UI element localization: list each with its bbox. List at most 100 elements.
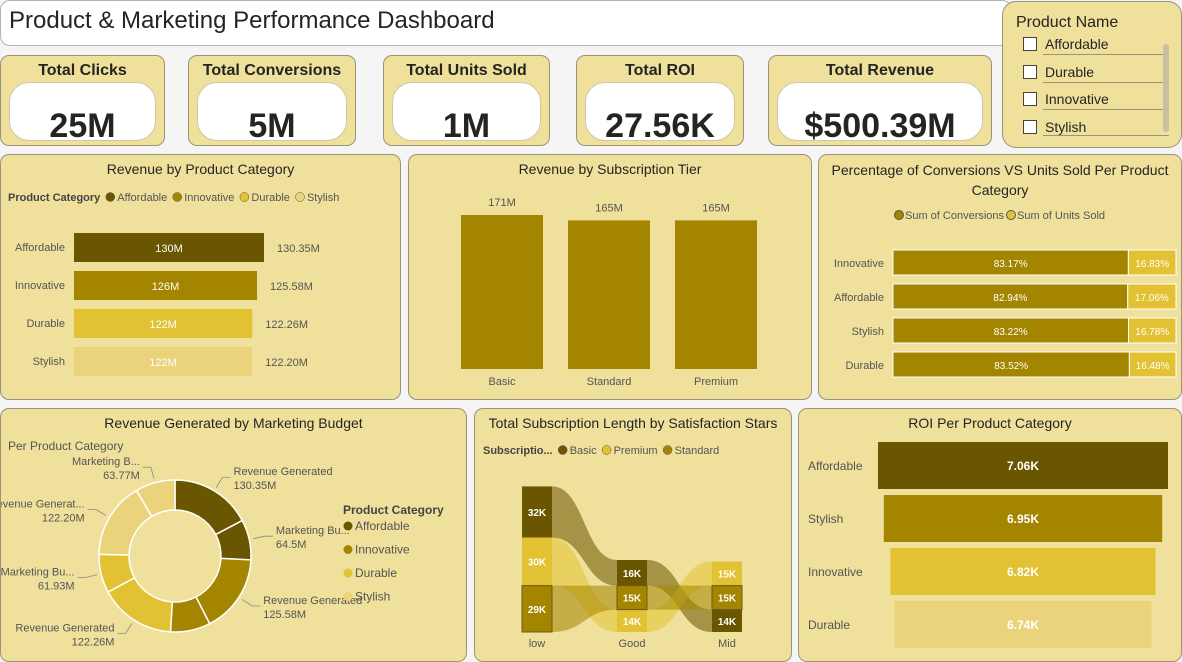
slicer-title: Product Name bbox=[1016, 14, 1119, 31]
legend-item: Affordable bbox=[117, 192, 167, 204]
segment-label: 15K bbox=[718, 594, 737, 605]
legend-item: Sum of Conversions bbox=[905, 210, 1005, 222]
segment-label: 82.94% bbox=[993, 293, 1027, 304]
slicer-item-label: Affordable bbox=[1045, 36, 1109, 52]
category-label: Affordable bbox=[834, 292, 884, 304]
slice-label: Marketing Bu... bbox=[276, 525, 350, 537]
slice-value: 64.5M bbox=[276, 539, 307, 551]
legend-title: Subscriptio... bbox=[483, 445, 553, 457]
kpi-card-clicks[interactable]: Total Clicks 25M bbox=[0, 55, 165, 146]
slice-label: Revenue Generated bbox=[15, 623, 114, 635]
bar-label: 6.74K bbox=[1007, 618, 1039, 632]
kpi-value: 1M bbox=[442, 107, 491, 141]
legend-title: Product Category bbox=[8, 192, 101, 204]
category-label: Standard bbox=[587, 376, 632, 388]
slicer-item-innovative[interactable]: Innovative bbox=[1023, 91, 1109, 107]
panel-revenue-by-tier: Revenue by Subscription Tier 171M Basic 16… bbox=[408, 154, 812, 400]
kpi-card-units-sold[interactable]: Total Units Sold 1M bbox=[383, 55, 550, 146]
slicer-item-stylish[interactable]: Stylish bbox=[1023, 119, 1086, 135]
legend-item: Innovative bbox=[355, 543, 410, 557]
legend-item: Stylish bbox=[307, 192, 339, 204]
bar-label: 165M bbox=[595, 202, 623, 214]
product-name-slicer: Product Name Affordable Durable Innovati… bbox=[1002, 1, 1182, 148]
divider bbox=[1043, 135, 1169, 136]
slice-value: 122.26M bbox=[72, 637, 115, 649]
bar-label: 7.06K bbox=[1007, 459, 1039, 473]
bar-label: 6.95K bbox=[1007, 512, 1039, 526]
legend-marker bbox=[1006, 210, 1016, 220]
category-label: low bbox=[529, 638, 546, 650]
slice-value: 125.58M bbox=[263, 609, 306, 621]
bar-outer-label: 125.58M bbox=[270, 281, 313, 293]
legend-marker bbox=[343, 592, 353, 601]
bar[interactable] bbox=[568, 220, 650, 369]
panel-revenue-by-category: Revenue by Product Category Product Cate… bbox=[0, 154, 401, 400]
checkbox[interactable] bbox=[1023, 65, 1037, 79]
subscription-length-chart: Subscriptio... Basic Premium Standard 32K 30K… bbox=[483, 445, 743, 650]
kpi-value: 27.56K bbox=[605, 107, 715, 141]
legend-marker bbox=[239, 192, 250, 202]
slice-label: Revenue Generated bbox=[234, 466, 333, 478]
conversion-vs-units-chart: Sum of Conversions Sum of Units Sold Innov… bbox=[834, 210, 1177, 378]
segment-label: 16.78% bbox=[1135, 327, 1169, 338]
checkbox[interactable] bbox=[1023, 37, 1037, 51]
checkbox[interactable] bbox=[1023, 92, 1037, 106]
segment-label: 29K bbox=[528, 605, 547, 616]
legend-title: Product Category bbox=[343, 503, 444, 517]
kpi-pill: 1M bbox=[392, 82, 541, 141]
checkbox[interactable] bbox=[1023, 120, 1037, 134]
bar-inner-label: 122M bbox=[149, 319, 177, 331]
slicer-item-label: Innovative bbox=[1045, 91, 1109, 107]
slice-value: 63.77M bbox=[103, 470, 140, 482]
legend-marker bbox=[343, 568, 353, 578]
panel-subscription-length: Total Subscription Length by Satisfactio… bbox=[474, 408, 792, 662]
category-label: Innovative bbox=[834, 258, 884, 270]
bar-outer-label: 130.35M bbox=[277, 243, 320, 255]
leader-line bbox=[215, 476, 231, 488]
slice-value: 122.20M bbox=[42, 512, 85, 524]
slicer-scrollbar[interactable] bbox=[1163, 44, 1169, 132]
category-label: Basic bbox=[489, 376, 516, 388]
kpi-pill: 5M bbox=[197, 82, 347, 141]
kpi-card-revenue[interactable]: Total Revenue $500.39M bbox=[768, 55, 992, 146]
kpi-card-conversions[interactable]: Total Conversions 5M bbox=[188, 55, 356, 146]
kpi-value: 25M bbox=[49, 107, 116, 141]
legend-item: Stylish bbox=[355, 590, 390, 604]
legend-item: Affordable bbox=[355, 519, 410, 533]
slicer-item-durable[interactable]: Durable bbox=[1023, 64, 1094, 80]
legend-marker bbox=[894, 210, 904, 220]
category-label: Stylish bbox=[852, 326, 884, 338]
slicer-item-affordable[interactable]: Affordable bbox=[1023, 36, 1109, 52]
kpi-card-roi[interactable]: Total ROI 27.56K bbox=[576, 55, 744, 146]
kpi-label: Total Conversions bbox=[202, 62, 342, 79]
kpi-pill: $500.39M bbox=[777, 82, 983, 141]
category-label: Durable bbox=[26, 318, 65, 330]
segment-label: 15K bbox=[718, 570, 737, 581]
segment-label: 83.52% bbox=[994, 361, 1028, 372]
chart-subtitle: Per Product Category bbox=[8, 439, 123, 453]
legend-marker bbox=[557, 445, 568, 455]
category-label: Stylish bbox=[808, 512, 843, 526]
kpi-value: 5M bbox=[248, 107, 296, 141]
bar[interactable] bbox=[461, 215, 543, 369]
slicer-item-label: Durable bbox=[1045, 64, 1095, 80]
bar[interactable] bbox=[675, 220, 757, 369]
slice-label: Marketing B... bbox=[72, 456, 140, 468]
bar-label: 165M bbox=[702, 202, 730, 214]
category-label: Premium bbox=[694, 376, 738, 388]
segment-label: 83.17% bbox=[994, 259, 1028, 270]
category-label: Good bbox=[619, 638, 646, 650]
panel-conversion-vs-units: Percentage of Conversions VS Units Sold … bbox=[818, 154, 1182, 400]
segment-label: 83.22% bbox=[994, 327, 1028, 338]
bar-inner-label: 122M bbox=[149, 357, 177, 369]
kpi-label: Total Revenue bbox=[825, 62, 935, 79]
bar-inner-label: 126M bbox=[152, 281, 180, 293]
legend-marker bbox=[295, 192, 305, 202]
bar-outer-label: 122.26M bbox=[265, 319, 308, 331]
category-label: Durable bbox=[808, 618, 850, 632]
divider bbox=[1043, 109, 1169, 110]
segment-label: 14K bbox=[623, 617, 642, 628]
legend-item: Durable bbox=[355, 566, 397, 580]
legend-marker bbox=[343, 521, 353, 531]
revenue-marketing-budget-chart: Per Product Category Revenue Generated 130… bbox=[1, 439, 444, 649]
